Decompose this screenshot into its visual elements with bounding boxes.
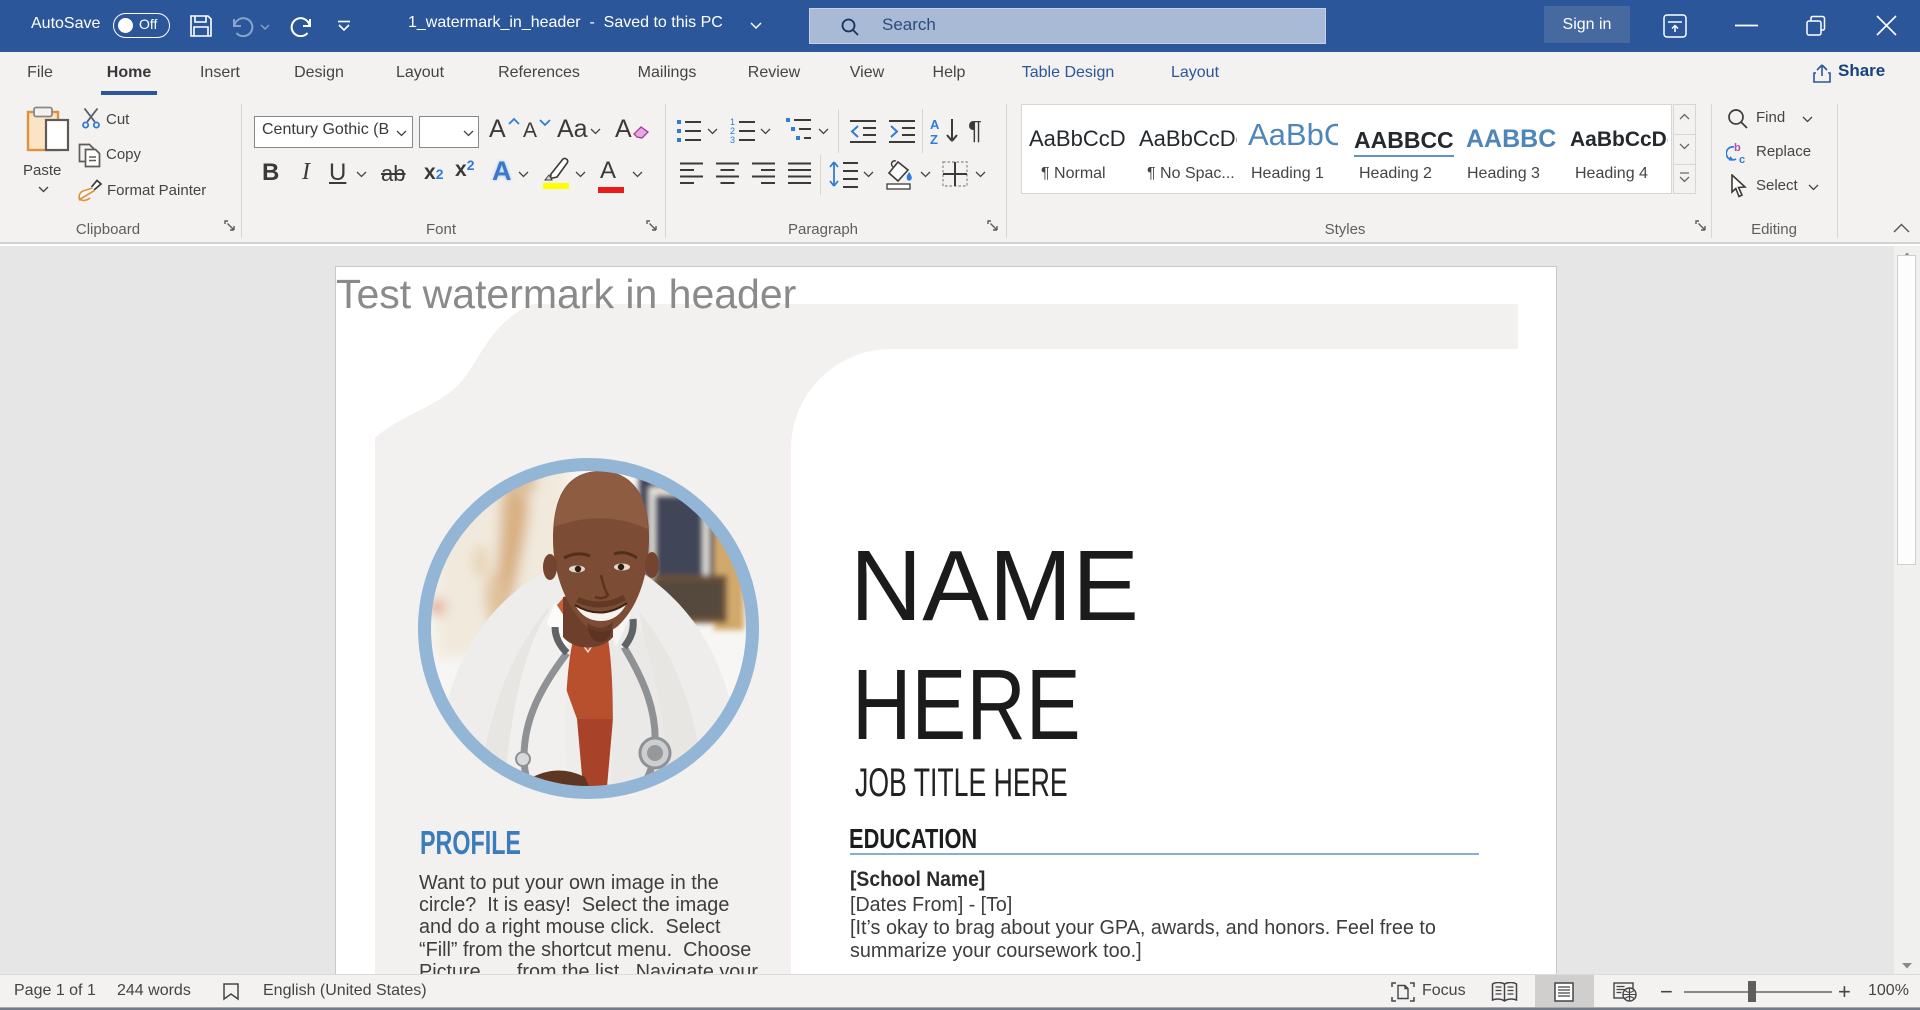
svg-text:A: A xyxy=(930,117,940,132)
svg-text:3: 3 xyxy=(730,135,735,144)
svg-text:Z: Z xyxy=(930,132,938,146)
svg-text:b: b xyxy=(1734,142,1741,154)
svg-text:c: c xyxy=(1739,154,1745,165)
